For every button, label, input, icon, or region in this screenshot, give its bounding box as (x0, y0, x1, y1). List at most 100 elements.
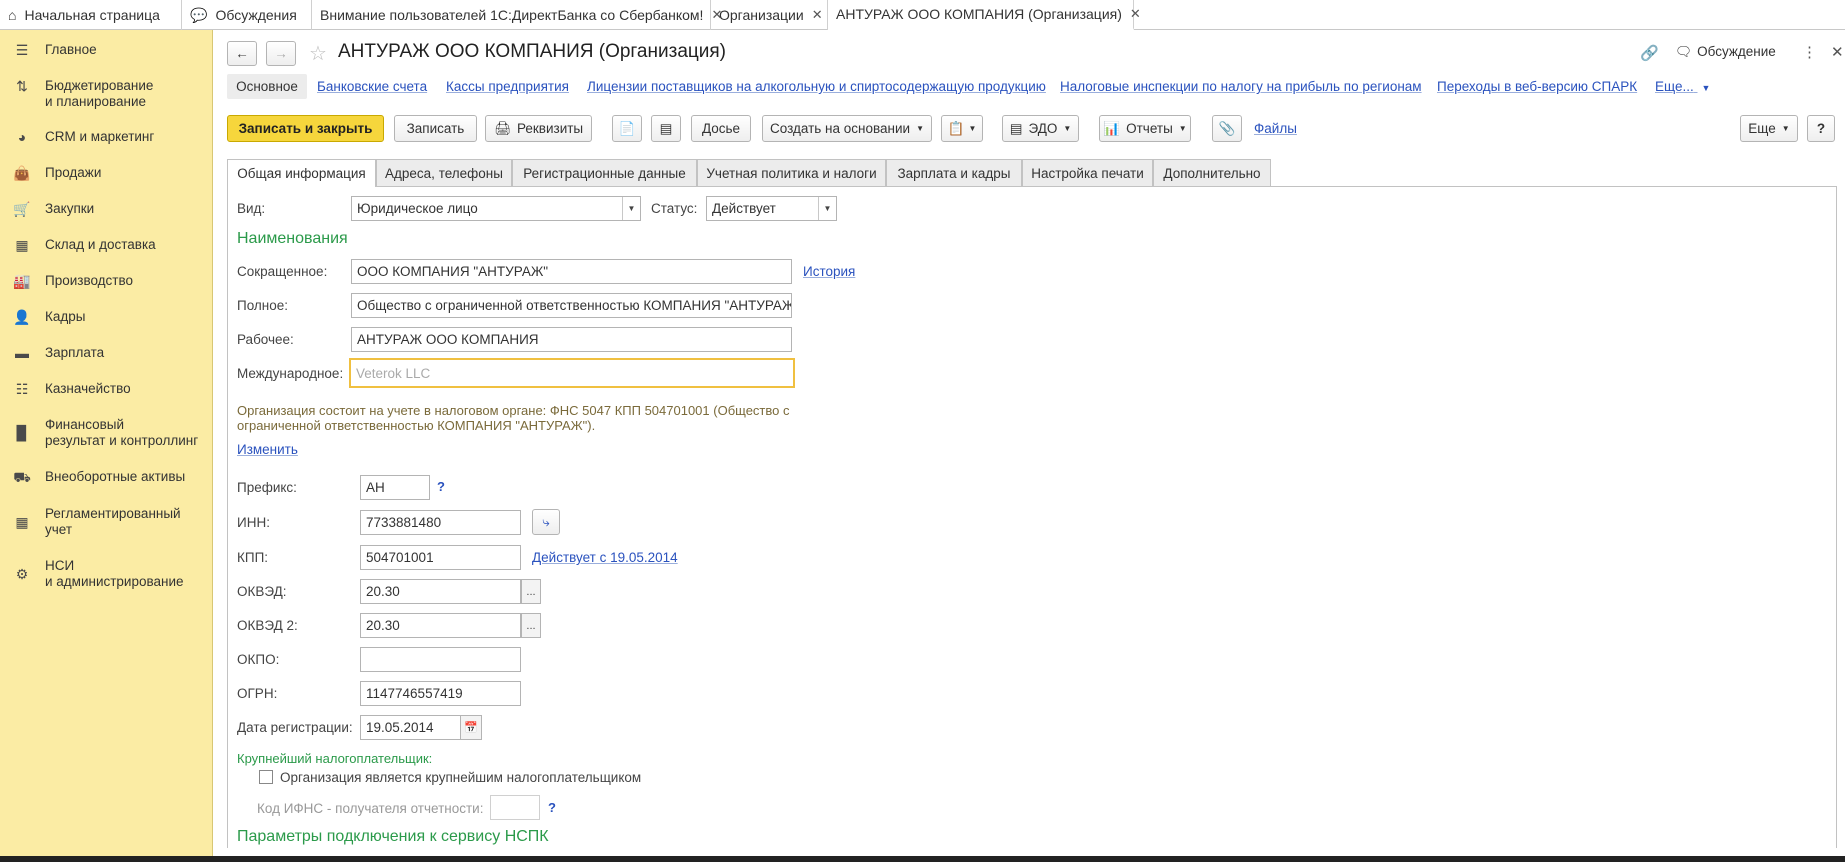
reports-button[interactable]: 📊 Отчеты ▼ (1099, 115, 1191, 142)
edo-button[interactable]: ▤ ЭДО ▼ (1002, 115, 1079, 142)
sidebar-item-hr[interactable]: 👤 Кадры (0, 309, 213, 326)
edo-label: ЭДО (1028, 121, 1058, 136)
sidebar-item-budgeting[interactable]: ⇅ Бюджетирование и планирование (0, 78, 213, 110)
sidebar-item-main[interactable]: ☰ Главное (0, 42, 213, 59)
tab-anturazh[interactable]: АНТУРАЖ ООО КОМПАНИЯ (Организация) ✕ (828, 0, 1141, 30)
print-menu-button[interactable]: 📋 ▼ (941, 115, 983, 142)
history-link[interactable]: История (803, 264, 855, 279)
work-name-input[interactable]: АНТУРАЖ ООО КОМПАНИЯ (351, 327, 792, 352)
tab-home[interactable]: ⌂ Начальная страница (0, 0, 182, 30)
short-name-input[interactable]: ООО КОМПАНИЯ "АНТУРАЖ" (351, 259, 792, 284)
caret-down-icon[interactable]: ▼ (622, 197, 640, 220)
chat-icon: 💬 (190, 6, 208, 23)
bottom-edge (0, 856, 1845, 862)
list-icon: ▤ (659, 120, 673, 136)
sidebar-item-warehouse[interactable]: ▦ Склад и доставка (0, 237, 213, 254)
vid-select[interactable]: Юридическое лицо ▼ (351, 196, 641, 221)
close-icon[interactable]: ✕ (812, 7, 823, 23)
okved-label: ОКВЭД: (237, 584, 287, 599)
tab-salary-hr[interactable]: Зарплата и кадры (886, 159, 1022, 186)
reg-date-input[interactable]: 19.05.2014 (360, 715, 462, 740)
kpp-input[interactable]: 504701001 (360, 545, 521, 570)
help-button[interactable]: ? (1807, 115, 1835, 142)
copy-doc-button[interactable]: 📄 (612, 115, 642, 142)
full-name-input[interactable]: Общество с ограниченной ответственностью… (351, 293, 792, 318)
save-button[interactable]: Записать (394, 115, 477, 142)
nav-spark[interactable]: Переходы в веб-версию СПАРК (1437, 79, 1637, 94)
okved-input[interactable]: 20.30 (360, 579, 521, 604)
link-icon[interactable]: 🔗 (1640, 44, 1659, 62)
largest-taxpayer-checkbox[interactable] (259, 770, 273, 784)
sidebar-item-fixed-assets[interactable]: ⛟ Внеоборотные активы (0, 469, 213, 488)
tab-accounting-policy[interactable]: Учетная политика и налоги (697, 159, 886, 186)
requisites-button[interactable]: 🖨 Реквизиты (485, 115, 592, 142)
nav-more[interactable]: Еще... ▼ (1655, 79, 1710, 94)
sidebar-item-finance[interactable]: ▉ Финансовый результат и контроллинг (0, 417, 213, 449)
nav-licenses[interactable]: Лицензии поставщиков на алкогольную и сп… (587, 79, 1046, 94)
status-select[interactable]: Действует ▼ (706, 196, 837, 221)
prefix-input[interactable]: АН (360, 475, 430, 500)
back-button[interactable]: ← (227, 41, 257, 66)
more-vert-icon[interactable]: ⋮ (1802, 43, 1817, 61)
discussion-button[interactable]: 🗨 Обсуждение (1675, 44, 1776, 60)
forward-button[interactable]: → (266, 41, 296, 66)
intl-name-input[interactable]: Veterok LLC (349, 358, 795, 388)
more-button[interactable]: Еще ▼ (1740, 115, 1798, 142)
tab-addresses[interactable]: Адреса, телефоны (376, 159, 512, 186)
sidebar-item-sales[interactable]: 👜 Продажи (0, 165, 213, 182)
inn-label: ИНН: (237, 515, 270, 530)
intl-name-label: Международное: (237, 366, 344, 381)
dossier-button[interactable]: Досье (691, 115, 751, 142)
star-icon[interactable]: ☆ (309, 41, 327, 66)
sidebar-item-salary[interactable]: ▬ Зарплата (0, 345, 213, 361)
attach-button[interactable]: 📎 (1212, 115, 1242, 142)
create-based-button[interactable]: Создать на основании ▼ (762, 115, 932, 142)
tab-organizations-label: Организации (719, 7, 804, 23)
change-link[interactable]: Изменить (237, 442, 298, 457)
sidebar-item-crm[interactable]: ◕ CRM и маркетинг (0, 129, 213, 145)
okved-select-button[interactable]: ... (521, 579, 541, 604)
largest-taxpayer-checkbox-label[interactable]: Организация является крупнейшим налогопл… (280, 770, 641, 785)
tab-print-settings[interactable]: Настройка печати (1022, 159, 1153, 186)
tab-sberbank-notice[interactable]: Внимание пользователей 1С:ДиректБанка со… (312, 0, 722, 30)
sidebar-item-admin[interactable]: ⚙ НСИ и администрирование (0, 558, 213, 590)
prefix-help-icon[interactable]: ? (437, 479, 445, 494)
okved2-select-button[interactable]: ... (521, 613, 541, 638)
sidebar-item-production[interactable]: 🏭 Производство (0, 273, 213, 290)
tab-discussions[interactable]: 💬 Обсуждения (182, 0, 312, 30)
ogrn-input[interactable]: 1147746557419 (360, 681, 521, 706)
factory-icon: 🏭 (13, 273, 31, 289)
nav-more-label: Еще... (1655, 79, 1694, 94)
tab-organizations[interactable]: Организации ✕ (711, 0, 828, 30)
inn-input[interactable]: 7733881480 (360, 510, 521, 535)
tab-additional[interactable]: Дополнительно (1153, 159, 1271, 186)
sidebar-item-label: Внеоборотные активы (45, 469, 186, 484)
printer-icon: 🖨 (493, 120, 511, 136)
nav-main[interactable]: Основное (227, 74, 307, 99)
calendar-icon[interactable]: 📅 (460, 715, 482, 740)
inn-check-button[interactable]: ⤷ (532, 509, 560, 535)
close-icon[interactable]: ✕ (1130, 6, 1141, 22)
nav-tax-inspections[interactable]: Налоговые инспекции по налогу на прибыль… (1060, 79, 1422, 94)
nav-cash-desks[interactable]: Кассы предприятия (446, 79, 569, 94)
sidebar-item-treasury[interactable]: ☷ Казначейство (0, 381, 213, 398)
sidebar-item-label: Закупки (45, 201, 95, 216)
ifns-code-input[interactable] (490, 795, 540, 820)
caret-down-icon: ▼ (1063, 124, 1072, 133)
okved2-input[interactable]: 20.30 (360, 613, 521, 638)
card-icon: ▬ (15, 345, 29, 361)
bar-chart-icon: ▉ (16, 425, 28, 441)
caret-down-icon[interactable]: ▼ (818, 197, 836, 220)
close-icon[interactable]: ✕ (1831, 43, 1844, 61)
files-link[interactable]: Файлы (1254, 121, 1297, 136)
nav-bank-accounts[interactable]: Банковские счета (317, 79, 427, 94)
ifns-help-icon[interactable]: ? (548, 800, 556, 815)
tab-registration[interactable]: Регистрационные данные (512, 159, 697, 186)
sidebar-item-purchases[interactable]: 🛒 Закупки (0, 201, 213, 218)
tab-general[interactable]: Общая информация (227, 159, 376, 187)
kpp-valid-link[interactable]: Действует с 19.05.2014 (532, 550, 678, 565)
list-button[interactable]: ▤ (651, 115, 681, 142)
sidebar-item-regulated-accounting[interactable]: ▦ Регламентированный учет (0, 506, 213, 538)
save-close-button[interactable]: Записать и закрыть (227, 115, 384, 142)
okpo-input[interactable] (360, 647, 521, 672)
